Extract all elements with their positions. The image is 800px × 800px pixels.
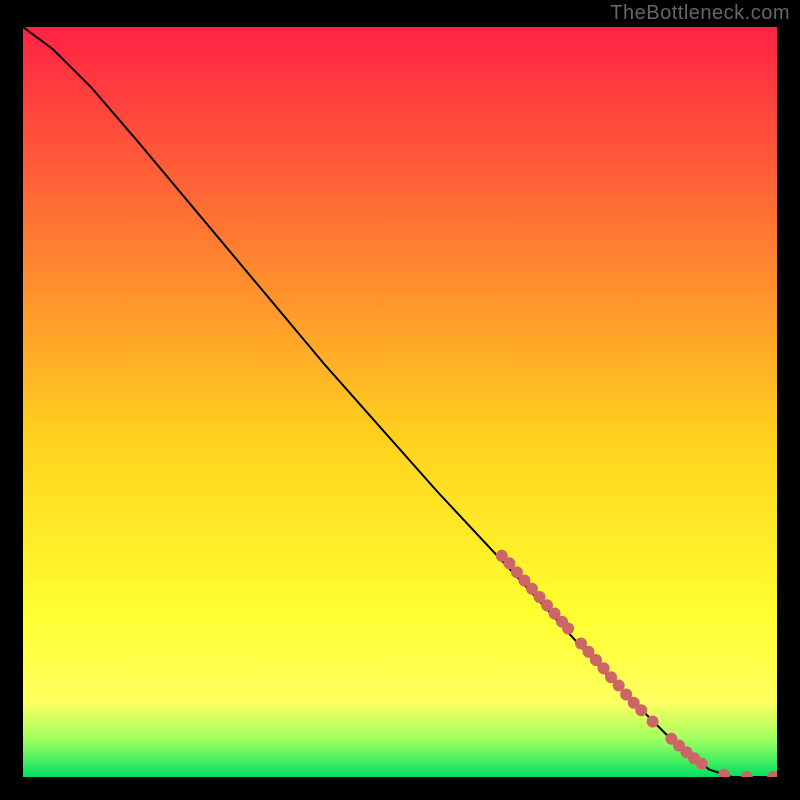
data-marker [696, 758, 708, 770]
data-marker [635, 704, 647, 716]
data-marker [647, 716, 659, 728]
watermark-text: TheBottleneck.com [610, 2, 790, 25]
data-marker [562, 623, 574, 635]
chart-svg [23, 27, 777, 777]
plot-area [23, 27, 777, 777]
chart-stage: TheBottleneck.com [0, 0, 800, 800]
